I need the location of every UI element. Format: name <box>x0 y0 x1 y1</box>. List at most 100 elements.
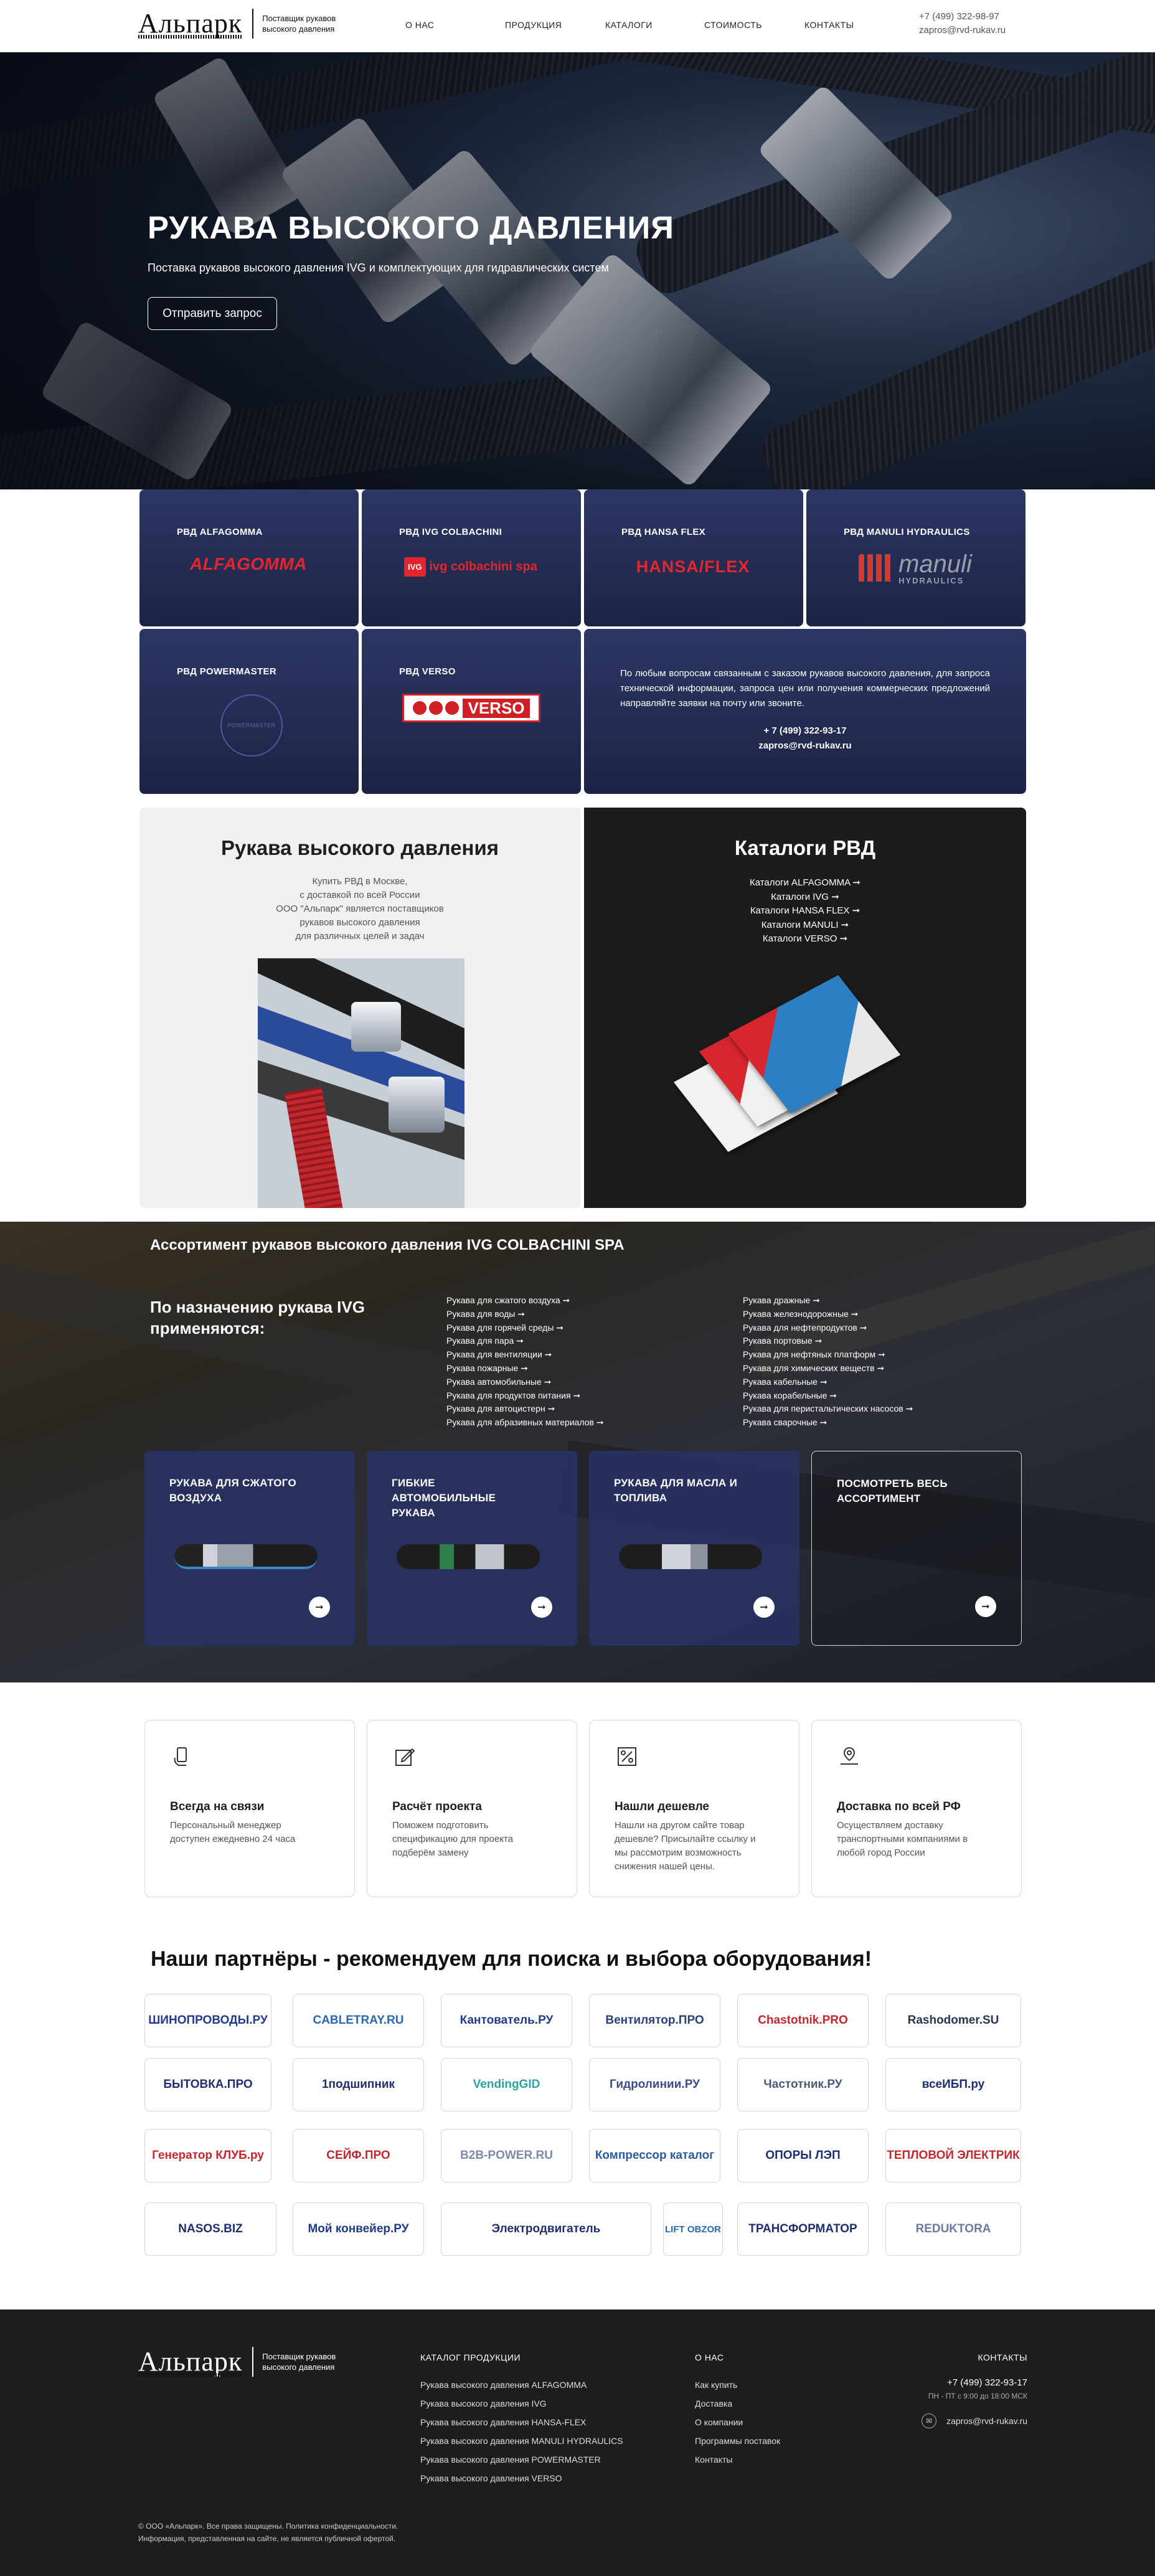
partner-logo[interactable]: ТЕПЛОВОЙ ЭЛЕКТРИК <box>885 2129 1021 2182</box>
assortment-card-automotive[interactable]: ГИБКИЕ АВТОМОБИЛЬНЫЕ РУКАВА ➞ <box>367 1451 577 1646</box>
footer-catalog: КАТАЛОГ ПРОДУКЦИИ Рукава высокого давлен… <box>420 2348 623 2488</box>
site-logo[interactable]: Альпарк Поставщик рукавов высокого давле… <box>138 9 343 39</box>
usage-link[interactable]: Рукава кабельные ➞ <box>743 1375 913 1389</box>
usage-link[interactable]: Рукава для горячей среды ➞ <box>446 1321 604 1335</box>
partner-logo[interactable]: VendingGID <box>441 2058 572 2111</box>
partner-logo[interactable]: ОПОРЫ ЛЭП <box>737 2129 869 2182</box>
footer-logo[interactable]: Альпарк Поставщик рукавов высокого давле… <box>138 2347 343 2377</box>
partner-logo[interactable]: Частотник.РУ <box>737 2058 869 2111</box>
footer-catalog-link[interactable]: Рукава высокого давления POWERMASTER <box>420 2450 623 2469</box>
footer-catalog-link[interactable]: Рукава высокого давления ALFAGOMMA <box>420 2375 623 2394</box>
assortment-section: Ассортимент рукавов высокого давления IV… <box>0 1222 1155 1682</box>
partner-logo[interactable]: Мой конвейер.РУ <box>293 2202 424 2256</box>
usage-link[interactable]: Рукава для нефтяных платформ ➞ <box>743 1348 913 1362</box>
partner-logo[interactable]: БЫТОВКА.ПРО <box>144 2058 271 2111</box>
partner-logo[interactable]: Электродвигатель <box>441 2202 651 2256</box>
usage-link[interactable]: Рукава для абразивных материалов ➞ <box>446 1416 604 1430</box>
footer-catalog-link[interactable]: Рукава высокого давления IVG <box>420 2394 623 2413</box>
assortment-card-air[interactable]: РУКАВА ДЛЯ СЖАТОГО ВОЗДУХА ➞ <box>144 1451 355 1646</box>
partner-logo[interactable]: CABLETRAY.RU <box>293 1994 424 2047</box>
copyright: © ООО «Альпарк». Все права защищены. Пол… <box>138 2522 398 2531</box>
usage-link[interactable]: Рукава железнодорожные ➞ <box>743 1308 913 1321</box>
nav-catalogs[interactable]: КАТАЛОГИ <box>605 20 653 30</box>
usage-link[interactable]: Рукава для химических веществ ➞ <box>743 1362 913 1375</box>
usage-link[interactable]: Рукава для воды ➞ <box>446 1308 604 1321</box>
header-email[interactable]: zapros@rvd-rukav.ru <box>919 24 1006 37</box>
partner-logo[interactable]: REDUKTORA <box>885 2202 1021 2256</box>
usage-link[interactable]: Рукава сварочные ➞ <box>743 1416 913 1430</box>
partner-logo[interactable]: Кантователь.РУ <box>441 1994 572 2047</box>
partner-logo[interactable]: ТРАНСФОРМАТОР <box>737 2202 869 2256</box>
usage-link[interactable]: Рукава автомобильные ➞ <box>446 1375 604 1389</box>
partner-logo[interactable]: всеИБП.ру <box>885 2058 1021 2111</box>
brand-card-hansa-flex[interactable]: РВД HANSA FLEX HANSA/FLEX <box>584 489 803 626</box>
rvd-intro-title: Рукава высокого давления <box>221 836 499 859</box>
ivg-logo: IVG ivg colbachini spa <box>399 552 542 582</box>
nav-about[interactable]: О НАС <box>405 20 435 30</box>
nav-pricing[interactable]: СТОИМОСТЬ <box>704 20 762 30</box>
partner-logo[interactable]: Гидролинии.РУ <box>589 2058 720 2111</box>
catalog-link-hansa-flex[interactable]: Каталоги HANSA FLEX ➞ <box>584 904 1026 918</box>
footer-phone[interactable]: +7 (499) 322-93-17 <box>922 2375 1027 2390</box>
send-request-button[interactable]: Отправить запрос <box>148 297 277 330</box>
hoses-photo <box>258 958 464 1208</box>
footer-about-link[interactable]: Контакты <box>695 2450 780 2469</box>
footer-email[interactable]: zapros@rvd-rukav.ru <box>946 2412 1027 2430</box>
partner-logo[interactable]: Вентилятор.ПРО <box>589 1994 720 2047</box>
info-phone[interactable]: + 7 (499) 322-93-17 <box>620 724 990 738</box>
usage-link[interactable]: Рукава дражные ➞ <box>743 1294 913 1308</box>
assortment-card-oil-fuel[interactable]: РУКАВА ДЛЯ МАСЛА И ТОПЛИВА ➞ <box>589 1451 799 1646</box>
partner-logo[interactable]: ШИНОПРОВОДЫ.РУ <box>144 1994 271 2047</box>
usage-link[interactable]: Рукава портовые ➞ <box>743 1334 913 1348</box>
feature-card-cheaper: Нашли дешевле Нашли на другом сайте това… <box>589 1720 799 1897</box>
partner-logo[interactable]: Rashodomer.SU <box>885 1994 1021 2047</box>
brand-card-alfagomma[interactable]: РВД ALFAGOMMA ALFAGOMMA <box>139 489 359 626</box>
brand-card-manuli[interactable]: РВД MANULI HYDRAULICS manuli HYDRAULICS <box>806 489 1025 626</box>
catalog-link-manuli[interactable]: Каталоги MANULI ➞ <box>584 918 1026 933</box>
usage-link[interactable]: Рукава для перистальтических насосов ➞ <box>743 1402 913 1416</box>
usage-link[interactable]: Рукава для вентиляции ➞ <box>446 1348 604 1362</box>
brand-card-title: РВД MANULI HYDRAULICS <box>844 527 970 537</box>
usage-link[interactable]: Рукава для нефтепродуктов ➞ <box>743 1321 913 1335</box>
footer-catalog-link[interactable]: Рукава высокого давления HANSA-FLEX <box>420 2413 623 2432</box>
hero-title: РУКАВА ВЫСОКОГО ДАВЛЕНИЯ <box>148 210 674 245</box>
partner-logo[interactable]: Компрессор каталог <box>589 2129 720 2182</box>
footer-catalog-link[interactable]: Рукава высокого давления VERSO <box>420 2469 623 2488</box>
header-phone[interactable]: +7 (499) 322-98-97 <box>919 10 1006 24</box>
catalog-link-alfagomma[interactable]: Каталоги ALFAGOMMA ➞ <box>584 876 1026 890</box>
catalog-link-ivg[interactable]: Каталоги IVG ➞ <box>584 890 1026 905</box>
partner-name: ТЕПЛОВОЙ ЭЛЕКТРИК <box>887 2149 1020 2162</box>
footer-about-link[interactable]: Доставка <box>695 2394 780 2413</box>
nav-products[interactable]: ПРОДУКЦИЯ <box>505 20 562 30</box>
brand-card-powermaster[interactable]: РВД POWERMASTER POWERMASTER <box>139 629 359 794</box>
footer-about-link[interactable]: Программы поставок <box>695 2432 780 2450</box>
info-email[interactable]: zapros@rvd-rukav.ru <box>620 738 990 753</box>
footer-contacts: КОНТАКТЫ +7 (499) 322-93-17 ПН - ПТ с 9:… <box>922 2348 1027 2430</box>
footer-catalog-link[interactable]: Рукава высокого давления MANULI HYDRAULI… <box>420 2432 623 2450</box>
usage-link[interactable]: Рукава для продуктов питания ➞ <box>446 1389 604 1403</box>
partner-logo[interactable]: Chastotnik.PRO <box>737 1994 869 2047</box>
footer-about-link[interactable]: Как купить <box>695 2375 780 2394</box>
catalog-link-verso[interactable]: Каталоги VERSO ➞ <box>584 932 1026 946</box>
usage-link[interactable]: Рукава корабельные ➞ <box>743 1389 913 1403</box>
usage-link[interactable]: Рукава для пара ➞ <box>446 1334 604 1348</box>
partner-logo[interactable]: Генератор КЛУБ.ру <box>144 2129 271 2182</box>
brand-card-ivg[interactable]: РВД IVG COLBACHINI IVG ivg colbachini sp… <box>362 489 581 626</box>
partner-name: Частотник.РУ <box>763 2078 842 2091</box>
brand-card-verso[interactable]: РВД VERSO VERSO <box>362 629 581 794</box>
usage-list-2: Рукава дражные ➞ Рукава железнодорожные … <box>743 1294 913 1430</box>
partner-logo[interactable]: B2B-POWER.RU <box>441 2129 572 2182</box>
site-header: Альпарк Поставщик рукавов высокого давле… <box>0 0 1155 52</box>
footer-about-link[interactable]: О компании <box>695 2413 780 2432</box>
partner-logo[interactable]: СЕЙФ.ПРО <box>293 2129 424 2182</box>
usage-link[interactable]: Рукава для сжатого воздуха ➞ <box>446 1294 604 1308</box>
nav-contacts[interactable]: КОНТАКТЫ <box>804 20 854 30</box>
partner-logo[interactable]: 1подшипник <box>293 2058 424 2111</box>
view-all-assortment-card[interactable]: ПОСМОТРЕТЬ ВЕСЬ АССОРТИМЕНТ ➞ <box>811 1451 1022 1646</box>
partner-logo[interactable]: LIFT OBZOR <box>663 2202 723 2256</box>
disclaimer: Информация, представленная на сайте, не … <box>138 2534 396 2543</box>
partner-logo[interactable]: NASOS.BIZ <box>144 2202 276 2256</box>
usage-link[interactable]: Рукава пожарные ➞ <box>446 1362 604 1375</box>
usage-link[interactable]: Рукава для автоцистерн ➞ <box>446 1402 604 1416</box>
partner-name: Rashodomer.SU <box>907 2014 999 2027</box>
